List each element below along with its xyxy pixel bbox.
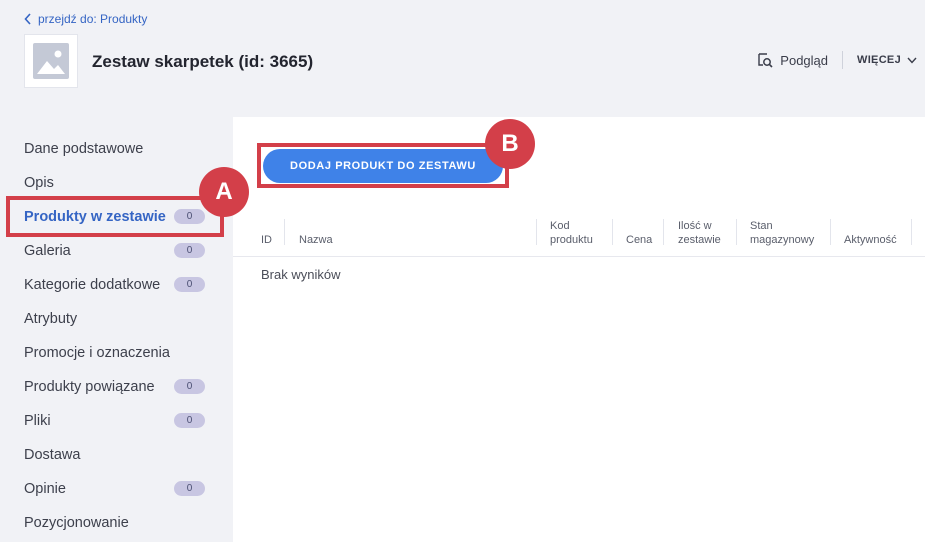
count-badge: 0 — [174, 379, 205, 394]
column-header-cena[interactable]: Cena — [626, 233, 652, 247]
column-divider — [663, 219, 664, 245]
sidebar-item-promocje[interactable]: Promocje i oznaczenia — [0, 336, 233, 370]
sidebar-item-label: Kategorie dodatkowe — [24, 277, 161, 293]
back-link-label: przejdź do: Produkty — [38, 12, 148, 26]
column-header-ilosc[interactable]: Ilość w zestawie — [678, 219, 732, 247]
column-divider — [911, 219, 912, 245]
column-divider — [284, 219, 285, 245]
empty-results-text: Brak wyników — [261, 267, 341, 282]
header-divider — [842, 51, 844, 69]
preview-label: Podgląd — [780, 52, 829, 68]
image-placeholder-icon — [33, 43, 69, 79]
sidebar-item-label: Atrybuty — [24, 311, 78, 327]
sidebar-item-label: Promocje i oznaczenia — [24, 345, 170, 361]
column-header-nazwa[interactable]: Nazwa — [299, 233, 333, 247]
count-badge: 0 — [174, 277, 205, 292]
more-label: WIĘCEJ — [857, 54, 901, 66]
sidebar-item-opinie[interactable]: Opinie 0 — [0, 472, 233, 506]
sidebar-item-label: Produkty powiązane — [24, 379, 155, 395]
callout-a-marker: A — [199, 167, 249, 217]
column-header-aktywnosc[interactable]: Aktywność — [844, 233, 897, 247]
sidebar-item-label: Dostawa — [24, 447, 81, 463]
page-title: Zestaw skarpetek (id: 3665) — [92, 52, 314, 71]
table-header: ID Nazwa Kod produktu Cena Ilość w zesta… — [233, 213, 925, 257]
column-divider — [536, 219, 537, 245]
sidebar-item-galeria[interactable]: Galeria 0 — [0, 234, 233, 268]
column-divider — [736, 219, 737, 245]
preview-search-icon — [758, 53, 773, 68]
column-header-stan[interactable]: Stan magazynowy — [750, 219, 828, 247]
sidebar-item-pliki[interactable]: Pliki 0 — [0, 404, 233, 438]
header-actions: Podgląd WIĘCEJ — [757, 50, 917, 70]
sidebar-item-label: Galeria — [24, 243, 71, 259]
count-badge: 0 — [174, 243, 205, 258]
sidebar-item-atrybuty[interactable]: Atrybuty — [0, 302, 233, 336]
product-thumbnail — [24, 34, 78, 88]
column-divider — [612, 219, 613, 245]
callout-a-highlight — [6, 196, 224, 237]
sidebar-item-produkty-powiazane[interactable]: Produkty powiązane 0 — [0, 370, 233, 404]
sidebar-item-label: Pliki — [24, 413, 51, 429]
chevron-left-icon — [24, 13, 31, 25]
sidebar-item-label: Opis — [24, 175, 54, 191]
more-dropdown-button[interactable]: WIĘCEJ — [857, 54, 917, 66]
preview-button[interactable]: Podgląd — [757, 52, 842, 68]
callout-b-marker: B — [485, 119, 535, 169]
count-badge: 0 — [174, 481, 205, 496]
column-header-id[interactable]: ID — [261, 233, 272, 247]
count-badge: 0 — [174, 413, 205, 428]
chevron-down-icon — [907, 57, 917, 64]
column-divider — [830, 219, 831, 245]
back-to-products-link[interactable]: przejdź do: Produkty — [24, 12, 147, 26]
sidebar-item-kategorie-dodatkowe[interactable]: Kategorie dodatkowe 0 — [0, 268, 233, 302]
sidebar-item-label: Opinie — [24, 481, 66, 497]
sidebar-item-label: Dane podstawowe — [24, 141, 144, 157]
sidebar-item-label: Pozycjonowanie — [24, 515, 129, 531]
callout-b-highlight — [257, 143, 509, 188]
sidebar-item-opis[interactable]: Opis — [0, 166, 233, 200]
sidebar-item-dane-podstawowe[interactable]: Dane podstawowe — [0, 132, 233, 166]
sidebar-item-dostawa[interactable]: Dostawa — [0, 438, 233, 472]
sidebar-item-pozycjonowanie[interactable]: Pozycjonowanie — [0, 506, 233, 540]
column-header-kod-produktu[interactable]: Kod produktu — [550, 219, 606, 247]
